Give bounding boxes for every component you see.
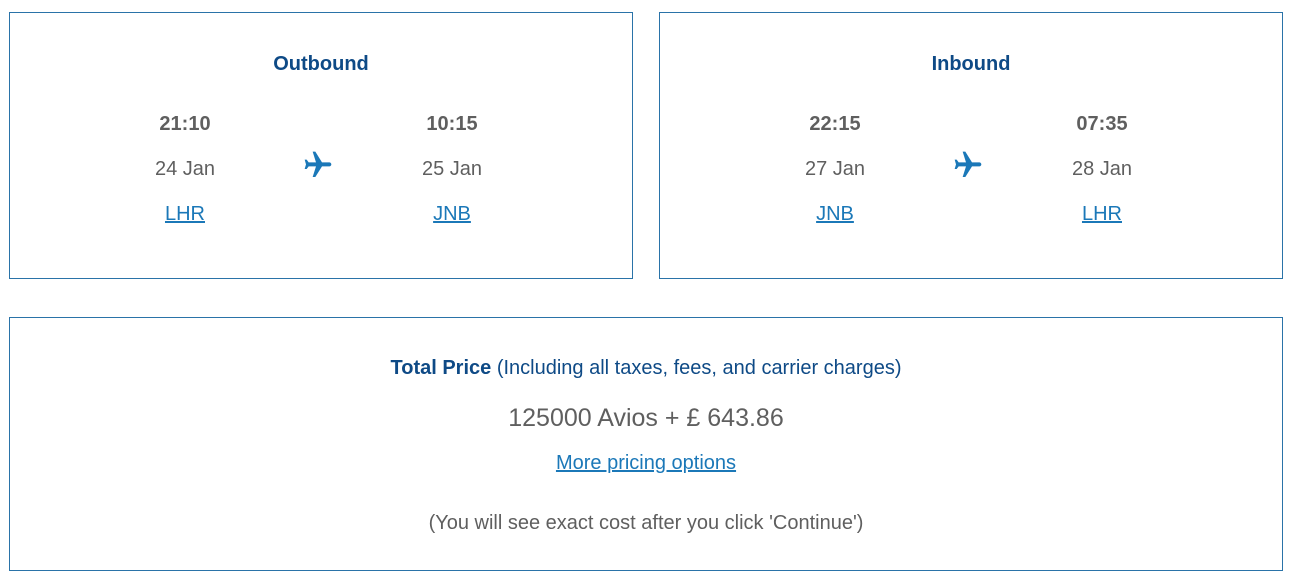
exact-cost-note: (You will see exact cost after you click… xyxy=(428,512,864,534)
airplane-icon xyxy=(954,151,982,177)
inbound-arrival-time: 07:35 xyxy=(1076,113,1128,135)
outbound-arrival-time: 10:15 xyxy=(426,113,478,135)
total-price-amount: 125000 Avios + £ 643.86 xyxy=(508,404,784,432)
inbound-departure-time: 22:15 xyxy=(809,113,861,135)
inbound-departure-date: 27 Jan xyxy=(804,158,866,180)
outbound-departure-time: 21:10 xyxy=(159,113,211,135)
inbound-arrival-airport-link[interactable]: LHR xyxy=(1032,202,1172,226)
inbound-card: Inbound 22:15 27 Jan JNB 07:35 28 Jan LH… xyxy=(659,12,1283,279)
outbound-arrival-date: 25 Jan xyxy=(421,158,483,180)
inbound-title: Inbound xyxy=(931,53,1011,75)
total-price-heading: Total Price (Including all taxes, fees, … xyxy=(10,356,1282,380)
outbound-departure-airport-link[interactable]: LHR xyxy=(115,202,255,226)
airplane-icon xyxy=(304,151,332,177)
outbound-title: Outbound xyxy=(273,53,369,75)
total-price-note: (Including all taxes, fees, and carrier … xyxy=(491,357,902,379)
more-pricing-options-link[interactable]: More pricing options xyxy=(556,452,736,474)
outbound-departure-date: 24 Jan xyxy=(154,158,216,180)
inbound-departure-airport-link[interactable]: JNB xyxy=(765,202,905,226)
outbound-card: Outbound 21:10 24 Jan LHR 10:15 25 Jan J… xyxy=(9,12,633,279)
inbound-arrival-date: 28 Jan xyxy=(1071,158,1133,180)
price-card: Total Price (Including all taxes, fees, … xyxy=(9,317,1283,571)
total-price-label: Total Price xyxy=(390,357,492,379)
outbound-arrival-airport-link[interactable]: JNB xyxy=(382,202,522,226)
flight-summary-page: Outbound 21:10 24 Jan LHR 10:15 25 Jan J… xyxy=(0,0,1292,584)
more-pricing-options-row: More pricing options xyxy=(10,451,1282,475)
